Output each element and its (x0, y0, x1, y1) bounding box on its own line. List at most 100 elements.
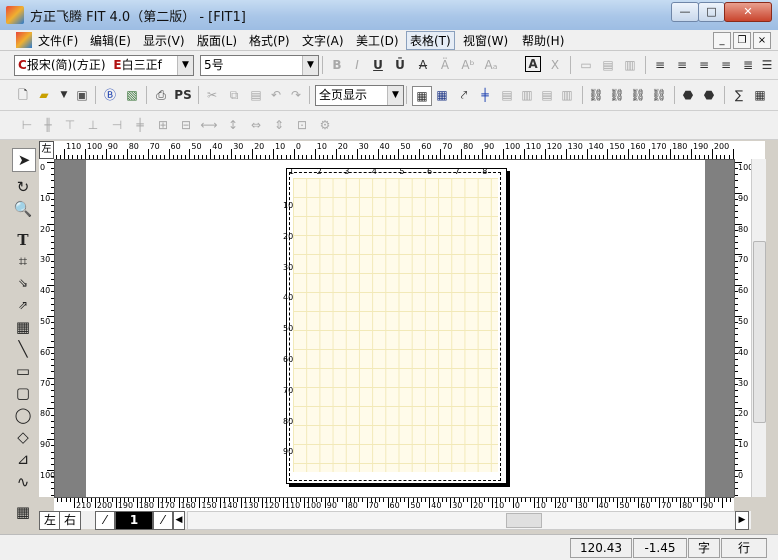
distribute-v-icon[interactable]: ⊟ (177, 116, 195, 134)
horizontal-scrollbar[interactable] (187, 511, 737, 530)
link-text-tool-icon[interactable]: ⇘ (12, 272, 34, 294)
menu-view[interactable]: 显示(V) (140, 32, 188, 49)
align-right-icon[interactable]: ≡ (717, 56, 735, 74)
menu-format[interactable]: 格式(P) (246, 32, 293, 49)
dropdown-arrow-icon[interactable]: ▼ (55, 86, 73, 104)
cut-icon[interactable]: ✂ (203, 86, 221, 104)
distribute-h-icon[interactable]: ⊞ (154, 116, 172, 134)
text-shadow-icon[interactable]: ▤ (599, 56, 617, 74)
rounded-rectangle-tool-icon[interactable]: ▢ (12, 382, 34, 404)
polygon-tool-icon[interactable]: ⊿ (12, 448, 34, 470)
resize-v-icon[interactable]: ⇕ (270, 116, 288, 134)
mdi-minimize-button[interactable]: _ (713, 32, 731, 49)
bold-icon[interactable]: B (328, 56, 346, 74)
ruler-left[interactable]: 0 10 20 30 40 50 60 70 80 90 100 (39, 159, 55, 497)
table-split-icon[interactable]: ▤ (538, 86, 556, 104)
align-left-edge-icon[interactable]: ⊢ (18, 116, 36, 134)
menu-layout[interactable]: 版面(L) (194, 32, 240, 49)
menu-window[interactable]: 视窗(W) (460, 32, 511, 49)
menu-help[interactable]: 帮助(H) (519, 32, 567, 49)
left-page-button[interactable]: 左 (39, 511, 61, 530)
table-tool-icon[interactable]: ▦ (12, 316, 34, 338)
horizontal-scroll-thumb[interactable] (506, 513, 542, 528)
ruler-right[interactable]: 100 90 80 70 60 50 40 30 20 10 0 (734, 159, 752, 497)
boxed-text-icon[interactable]: A (525, 56, 541, 72)
import-text-icon[interactable]: Ⓑ (101, 86, 119, 104)
align-distribute-icon[interactable]: ≣ (739, 56, 757, 74)
align-justify-icon[interactable]: ≡ (673, 56, 691, 74)
text-box-icon[interactable]: ▭ (577, 56, 595, 74)
resize-h-icon[interactable]: ⇔ (247, 116, 265, 134)
link-icon-1[interactable]: ⛓ (587, 86, 605, 104)
scroll-right-icon[interactable]: ▶ (735, 511, 749, 530)
chevron-down-icon[interactable]: ▼ (177, 56, 193, 75)
link-icon-4[interactable]: ⛓ (650, 86, 668, 104)
next-master-page-icon[interactable]: ⁄ (153, 511, 173, 530)
underline-icon[interactable]: U (369, 56, 387, 74)
table-select-icon[interactable]: ▦ (433, 86, 451, 104)
rectangle-tool-icon[interactable]: ▭ (12, 360, 34, 382)
crop-tool-icon[interactable]: ⌗ (12, 250, 34, 272)
table-pen-icon[interactable]: ⤤ (455, 86, 473, 104)
link-icon-2[interactable]: ⛓ (608, 86, 626, 104)
table-row-icon[interactable]: ▤ (498, 86, 516, 104)
print-icon[interactable]: ⎙ (152, 86, 170, 104)
line-tool-icon[interactable]: ╲ (12, 338, 34, 360)
table-crosshair-icon[interactable]: ╪ (476, 86, 494, 104)
menu-file[interactable]: 文件(F) (35, 32, 81, 49)
zoom-select[interactable]: 全页显示 ▼ (315, 85, 404, 106)
menu-table[interactable]: 表格(T) (406, 31, 455, 50)
minimize-button[interactable]: — (671, 2, 699, 22)
overline-icon[interactable]: Ū (391, 56, 409, 74)
clear-format-icon[interactable]: Ⅹ (546, 56, 564, 74)
ruler-origin[interactable]: 左 (39, 141, 54, 159)
ruler-bottom[interactable]: 210 200 190 180 170 160 150 140 130 120 110 100 90 80… (54, 497, 734, 512)
mdi-restore-button[interactable]: ❐ (733, 32, 751, 49)
scroll-left-icon[interactable]: ◀ (173, 511, 185, 530)
align-right-edge-icon[interactable]: ⊣ (108, 116, 126, 134)
table-merge-icon[interactable]: ▥ (518, 86, 536, 104)
align-bottom-edge-icon[interactable]: ⊥ (84, 116, 102, 134)
prev-master-page-icon[interactable]: ⁄ (95, 511, 115, 530)
chevron-down-icon[interactable]: ▼ (387, 86, 403, 105)
table-grid-icon[interactable]: ▦ (412, 86, 432, 106)
align-vcenter-icon[interactable]: ╪ (131, 116, 149, 134)
redo-icon[interactable]: ↷ (287, 86, 305, 104)
grid-tool-icon[interactable]: ▦ (12, 501, 34, 523)
text-tool-icon[interactable]: T (12, 229, 34, 251)
settings-icon[interactable]: ⚙ (316, 116, 334, 134)
current-page-button[interactable]: 1 (115, 511, 153, 530)
new-file-icon[interactable]: 🗋 (14, 86, 32, 104)
diamond-tool-icon[interactable]: ◇ (12, 426, 34, 448)
ruler-top[interactable]: 110 100 90 80 70 60 50 40 30 20 10 0 10 20 30 40 50 60 70 8… (54, 141, 734, 160)
mdi-close-button[interactable]: × (753, 32, 771, 49)
ungroup-icon[interactable]: ⬣ (700, 86, 718, 104)
strikethrough-icon[interactable]: A (414, 56, 432, 74)
save-icon[interactable]: ▣ (73, 86, 91, 104)
align-left-icon[interactable]: ≡ (651, 56, 669, 74)
link-icon-3[interactable]: ⛓ (629, 86, 647, 104)
menu-text[interactable]: 文字(A) (299, 32, 347, 49)
layout-grid-icon[interactable]: ▦ (751, 86, 769, 104)
ellipse-tool-icon[interactable]: ◯ (12, 404, 34, 426)
subscript-icon[interactable]: Aₐ (482, 56, 500, 74)
import-image-icon[interactable]: ▧ (123, 86, 141, 104)
menu-edit[interactable]: 编辑(E) (87, 32, 134, 49)
align-center-icon[interactable]: ≡ (695, 56, 713, 74)
text-frame-icon[interactable]: ▥ (621, 56, 639, 74)
zoom-tool-icon[interactable]: 🔍 (12, 198, 34, 220)
scrollbar-thumb[interactable] (753, 241, 766, 423)
space-v-icon[interactable]: ↕ (224, 116, 242, 134)
vertical-scrollbar[interactable] (751, 159, 766, 497)
copy-icon[interactable]: ⧉ (225, 86, 243, 104)
image-frame-icon[interactable]: ⊡ (293, 116, 311, 134)
menu-art[interactable]: 美工(D) (353, 32, 402, 49)
align-vertical-icon[interactable]: ☰ (758, 56, 776, 74)
rotate-tool-icon[interactable]: ↻ (12, 176, 34, 198)
chevron-down-icon[interactable]: ▼ (302, 56, 318, 75)
postscript-icon[interactable]: PS (172, 86, 194, 104)
pointer-tool-icon[interactable]: ➤ (12, 148, 36, 172)
align-top-edge-icon[interactable]: ⊤ (61, 116, 79, 134)
font-size-select[interactable]: 5号 ▼ (200, 55, 319, 76)
paste-icon[interactable]: ▤ (247, 86, 265, 104)
